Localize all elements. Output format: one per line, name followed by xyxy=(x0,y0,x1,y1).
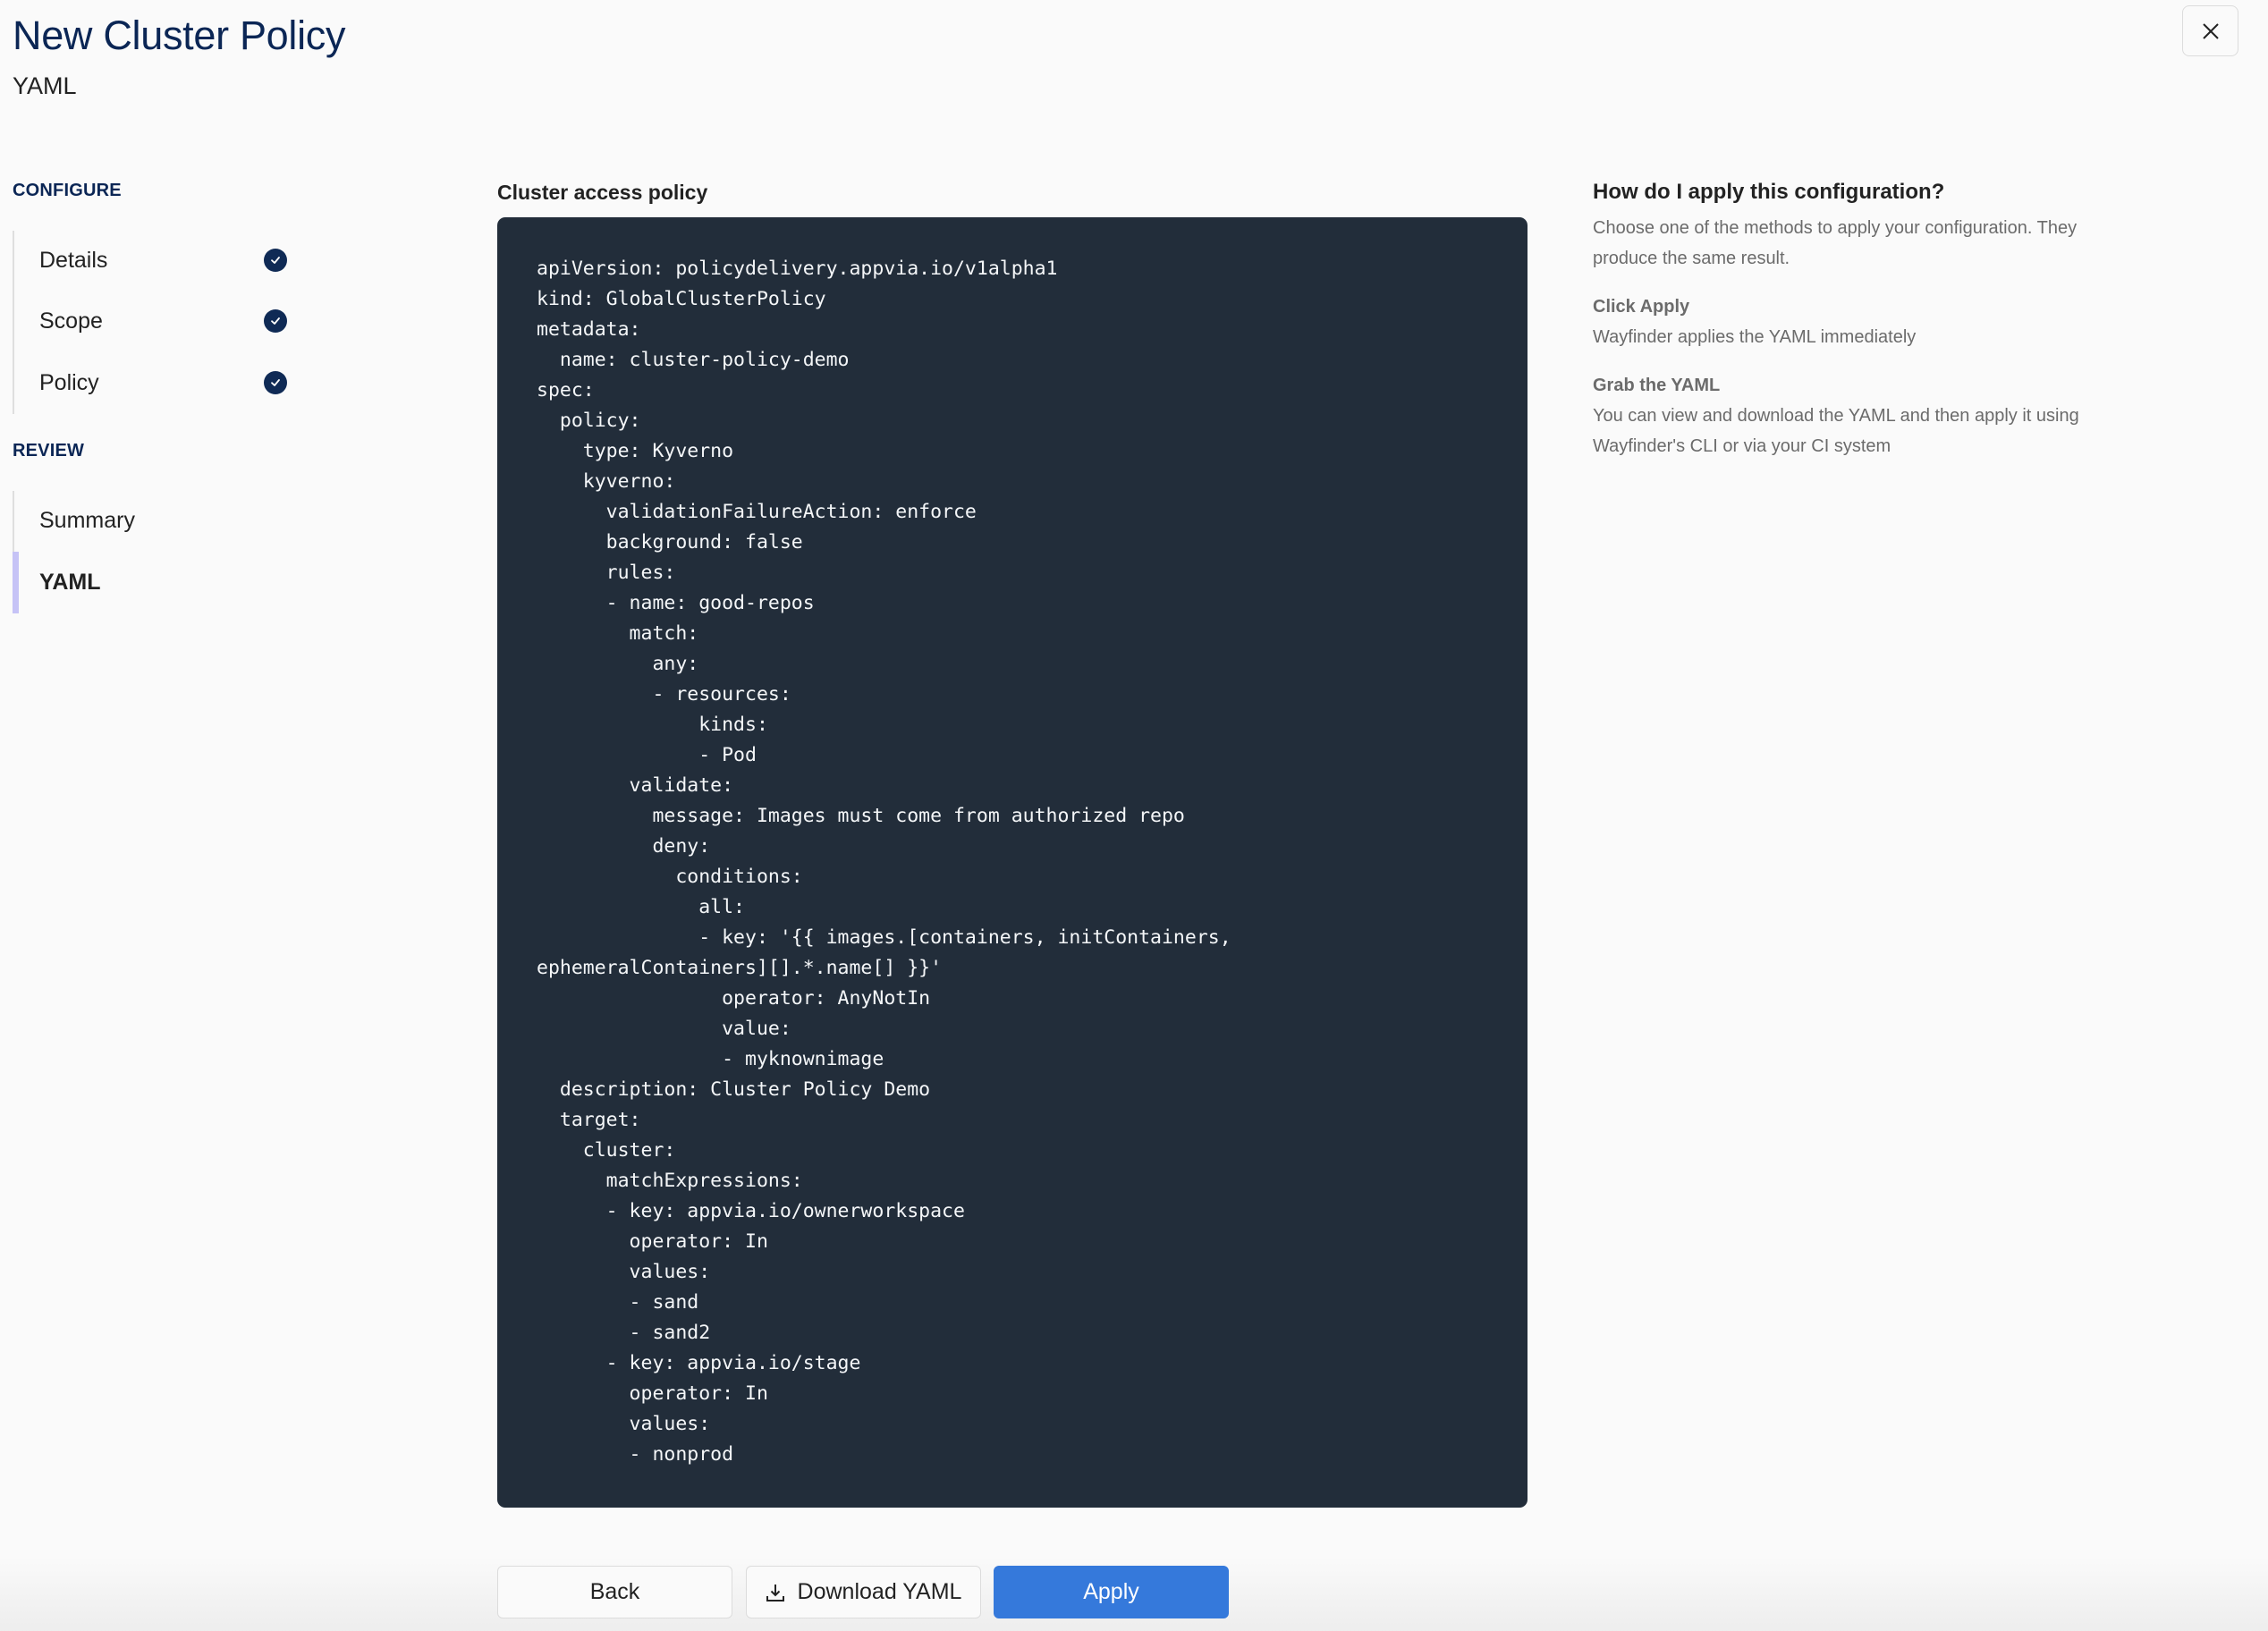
help-intro: Choose one of the methods to apply your … xyxy=(1593,218,2078,268)
code-line: metadata: xyxy=(537,318,641,341)
page-subtitle: YAML xyxy=(13,72,77,99)
code-line: matchExpressions: xyxy=(537,1170,803,1192)
code-label: Cluster access policy xyxy=(497,181,708,204)
code-line: - key: appvia.io/stage xyxy=(537,1352,861,1374)
sidebar-item-label: YAML xyxy=(39,569,101,595)
code-line: - sand2 xyxy=(537,1322,711,1344)
sidebar-item-summary[interactable]: Summary xyxy=(39,494,299,547)
code-line: kinds: xyxy=(537,714,768,736)
code-line: message: Images must come from authorize… xyxy=(537,805,1185,827)
active-step-indicator xyxy=(13,552,19,613)
code-line: any: xyxy=(537,653,699,675)
code-line: - myknownimage xyxy=(537,1048,884,1070)
code-line: ephemeralContainers][].*.name[] }}' xyxy=(537,957,943,979)
code-line: background: false xyxy=(537,531,803,554)
apply-button-label: Apply xyxy=(1083,1579,1139,1604)
code-line: values: xyxy=(537,1413,711,1435)
method-title-grab-yaml: Grab the YAML xyxy=(1593,376,1721,395)
code-line: - resources: xyxy=(537,683,791,706)
code-line: all: xyxy=(537,896,745,918)
code-line: match: xyxy=(537,622,699,645)
code-line: deny: xyxy=(537,835,711,858)
sidebar-item-yaml[interactable]: YAML xyxy=(39,555,299,609)
method-title-click-apply: Click Apply xyxy=(1593,297,1690,317)
download-yaml-label: Download YAML xyxy=(797,1579,962,1604)
method-description-click-apply: Wayfinder applies the YAML immediately xyxy=(1593,327,1917,347)
code-line: - sand xyxy=(537,1291,699,1314)
code-line: value: xyxy=(537,1018,791,1040)
code-line: rules: xyxy=(537,562,676,584)
code-line: kyverno: xyxy=(537,470,676,493)
sidebar-item-label: Policy xyxy=(39,369,99,395)
check-circle-icon xyxy=(264,249,287,272)
check-circle-icon xyxy=(264,371,287,394)
close-icon xyxy=(2202,22,2219,39)
code-line: type: Kyverno xyxy=(537,440,734,462)
code-line: cluster: xyxy=(537,1139,676,1162)
sidebar-item-label: Details xyxy=(39,247,108,273)
code-line: - name: good-repos xyxy=(537,592,815,614)
code-line: spec: xyxy=(537,379,595,401)
code-line: name: cluster-policy-demo xyxy=(537,349,850,371)
sidebar-item-scope[interactable]: Scope xyxy=(39,294,299,348)
code-line: kind: GlobalClusterPolicy xyxy=(537,288,826,310)
close-button[interactable] xyxy=(2182,5,2238,56)
new-cluster-policy-page: New Cluster Policy YAML CONFIGURE Detail… xyxy=(0,0,2268,1631)
back-button[interactable]: Back xyxy=(497,1566,732,1618)
download-yaml-button[interactable]: Download YAML xyxy=(746,1566,981,1618)
help-title: How do I apply this configuration? xyxy=(1593,180,1945,204)
configure-group-line xyxy=(13,231,14,414)
code-line: description: Cluster Policy Demo xyxy=(537,1078,931,1101)
code-line: operator: In xyxy=(537,1382,768,1405)
code-line: - key: appvia.io/ownerworkspace xyxy=(537,1200,965,1222)
code-line: operator: In xyxy=(537,1230,768,1253)
code-line: apiVersion: policydelivery.appvia.io/v1a… xyxy=(537,258,1058,280)
yaml-code-block[interactable]: apiVersion: policydelivery.appvia.io/v1a… xyxy=(497,217,1528,1508)
code-line: - Pod xyxy=(537,744,757,766)
code-line: values: xyxy=(537,1261,711,1283)
download-icon xyxy=(766,1584,784,1601)
yaml-code-text: apiVersion: policydelivery.appvia.io/v1a… xyxy=(537,254,1231,1470)
code-line: validationFailureAction: enforce xyxy=(537,501,977,523)
page-title: New Cluster Policy xyxy=(13,13,346,58)
sidebar-item-details[interactable]: Details xyxy=(39,233,299,287)
code-line: conditions: xyxy=(537,866,803,888)
code-line: target: xyxy=(537,1109,641,1131)
section-label-configure: CONFIGURE xyxy=(13,181,122,200)
help-panel: How do I apply this configuration? Choos… xyxy=(1593,177,2129,461)
sidebar-item-label: Scope xyxy=(39,308,103,334)
apply-button[interactable]: Apply xyxy=(994,1566,1229,1618)
code-line: - key: '{{ images.[containers, initConta… xyxy=(537,926,1231,949)
code-line: policy: xyxy=(537,410,641,432)
code-line: validate: xyxy=(537,774,734,797)
check-circle-icon xyxy=(264,309,287,333)
back-button-label: Back xyxy=(589,1579,640,1604)
code-line: operator: AnyNotIn xyxy=(537,987,931,1010)
section-label-review: REVIEW xyxy=(13,441,85,461)
sidebar-item-label: Summary xyxy=(39,507,135,533)
sidebar-item-policy[interactable]: Policy xyxy=(39,356,299,410)
method-description-grab-yaml: You can view and download the YAML and t… xyxy=(1593,406,2079,456)
code-line: - nonprod xyxy=(537,1443,734,1466)
